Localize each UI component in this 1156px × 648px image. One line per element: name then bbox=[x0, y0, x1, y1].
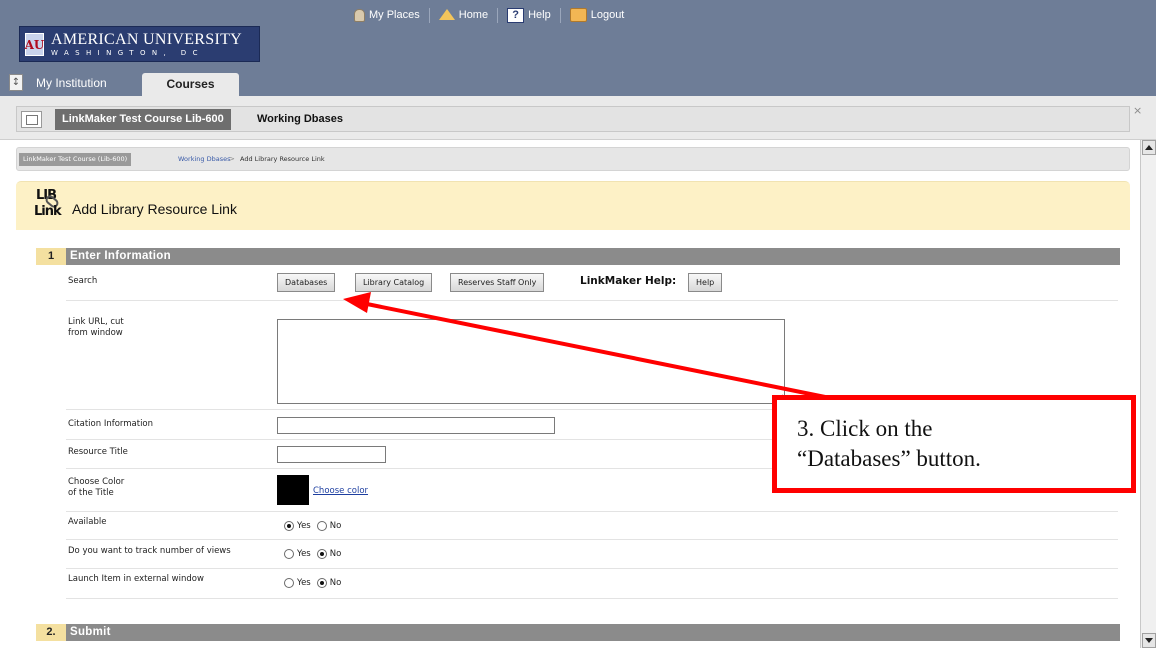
university-city: WASHINGTON, DC bbox=[51, 49, 204, 57]
top-nav: My Places Home ? Help Logout bbox=[354, 6, 624, 24]
scroll-up-arrow-icon[interactable] bbox=[1142, 140, 1156, 155]
vertical-scrollbar[interactable] bbox=[1140, 140, 1156, 648]
course-menu-icon[interactable] bbox=[21, 111, 42, 128]
section-number: 1 bbox=[36, 248, 66, 265]
annotation-line-1: 3. Click on the bbox=[797, 416, 933, 441]
section-enter-information: 1 Enter Information bbox=[36, 248, 1120, 265]
page-title: Add Library Resource Link bbox=[72, 201, 237, 217]
library-link-icon: LIB Link bbox=[34, 188, 66, 224]
available-no-radio[interactable] bbox=[316, 521, 327, 531]
course-page-name: Working Dbases bbox=[257, 113, 343, 125]
external-window-yes-label: Yes bbox=[297, 578, 311, 588]
nav-divider bbox=[428, 7, 430, 23]
citation-field[interactable] bbox=[277, 417, 555, 434]
external-window-yes-radio[interactable] bbox=[284, 578, 294, 588]
annotation-arrowhead bbox=[343, 292, 371, 313]
external-window-no-label: No bbox=[329, 578, 342, 588]
databases-button[interactable]: Databases bbox=[277, 273, 336, 292]
track-views-yes-radio[interactable] bbox=[284, 549, 294, 559]
page-header: LIB Link Add Library Resource Link bbox=[16, 181, 1130, 230]
available-radio-group: Yes No bbox=[284, 520, 347, 532]
top-banner: AU AMERICAN UNIVERSITY WASHINGTON, DC My… bbox=[0, 0, 1156, 96]
annotation-line-2: “Databases” button. bbox=[797, 446, 981, 471]
home-label: Home bbox=[458, 9, 489, 21]
breadcrumb-section-link[interactable]: Working Dbases bbox=[178, 153, 230, 166]
breadcrumb-course-link[interactable]: LinkMaker Test Course (Lib-600) bbox=[19, 153, 132, 166]
track-views-no-radio[interactable] bbox=[316, 549, 327, 559]
my-places-label: My Places bbox=[369, 9, 420, 21]
logout-link[interactable]: Logout bbox=[569, 8, 625, 22]
expand-toggle-icon[interactable]: ↕ bbox=[9, 74, 23, 91]
help-link[interactable]: ? Help bbox=[507, 7, 551, 23]
my-places-link[interactable]: My Places bbox=[354, 8, 420, 22]
university-name: AMERICAN UNIVERSITY bbox=[51, 31, 243, 48]
help-icon: ? bbox=[507, 7, 525, 23]
logout-icon bbox=[569, 8, 587, 22]
reserves-staff-only-button[interactable]: Reserves Staff Only bbox=[450, 273, 545, 292]
section-title: Submit bbox=[70, 626, 111, 638]
library-catalog-button[interactable]: Library Catalog bbox=[355, 273, 433, 292]
choose-color-label: Choose Color of the Title bbox=[68, 477, 125, 498]
available-no-label: No bbox=[329, 521, 342, 531]
resource-title-field[interactable] bbox=[277, 446, 386, 463]
track-views-no-label: No bbox=[329, 549, 342, 559]
section-number: 2. bbox=[36, 624, 66, 641]
breadcrumb-separator: > bbox=[229, 155, 235, 163]
row-divider bbox=[66, 511, 1118, 512]
external-window-radio-group: Yes No bbox=[284, 577, 347, 589]
section-submit: 2. Submit bbox=[36, 624, 1120, 641]
choose-color-link[interactable]: Choose color bbox=[313, 486, 368, 496]
track-views-radio-group: Yes No bbox=[284, 548, 347, 560]
color-swatch[interactable] bbox=[277, 475, 309, 505]
link-url-field[interactable] bbox=[277, 319, 785, 404]
linkmaker-help-label: LinkMaker Help: bbox=[580, 275, 677, 287]
university-logo[interactable]: AU AMERICAN UNIVERSITY WASHINGTON, DC bbox=[19, 26, 260, 62]
breadcrumb: LinkMaker Test Course (Lib-600) Working … bbox=[16, 147, 1130, 171]
breadcrumb-current: Add Library Resource Link bbox=[240, 155, 325, 163]
person-icon bbox=[354, 8, 365, 22]
external-window-no-radio[interactable] bbox=[316, 578, 327, 588]
tab-courses[interactable]: Courses bbox=[142, 73, 239, 96]
available-yes-label: Yes bbox=[297, 521, 311, 531]
home-link[interactable]: Home bbox=[438, 8, 489, 21]
tab-my-institution[interactable]: My Institution bbox=[36, 73, 107, 93]
help-label: Help bbox=[528, 9, 551, 21]
nav-divider bbox=[497, 7, 499, 23]
logo-mark-icon: AU bbox=[25, 33, 44, 56]
section-title: Enter Information bbox=[70, 250, 171, 262]
library-icon-text-bottom: Link bbox=[34, 204, 62, 219]
logout-label: Logout bbox=[590, 9, 625, 21]
course-name-link[interactable]: LinkMaker Test Course Lib-600 bbox=[55, 109, 231, 130]
link-url-label: Link URL, cut from window bbox=[68, 317, 124, 338]
annotation-callout: 3. Click on the “Databases” button. bbox=[772, 395, 1136, 493]
close-icon[interactable]: × bbox=[1133, 104, 1142, 117]
external-window-label: Launch Item in external window bbox=[68, 574, 204, 584]
resource-title-label: Resource Title bbox=[68, 447, 128, 457]
course-title-box: LinkMaker Test Course Lib-600 Working Db… bbox=[16, 106, 1130, 132]
available-label: Available bbox=[68, 517, 107, 527]
course-menu-bar: LinkMaker Test Course Lib-600 Working Db… bbox=[0, 96, 1156, 140]
track-views-label: Do you want to track number of views bbox=[68, 546, 231, 556]
search-label: Search bbox=[68, 276, 98, 286]
home-icon bbox=[438, 8, 455, 20]
help-button[interactable]: Help bbox=[688, 273, 723, 292]
row-divider bbox=[66, 300, 1118, 301]
row-divider bbox=[66, 598, 1118, 599]
row-divider bbox=[66, 568, 1118, 569]
citation-label: Citation Information bbox=[68, 419, 154, 429]
track-views-yes-label: Yes bbox=[297, 549, 311, 559]
nav-divider bbox=[559, 7, 561, 23]
available-yes-radio[interactable] bbox=[284, 521, 294, 531]
scroll-down-arrow-icon[interactable] bbox=[1142, 633, 1156, 648]
row-divider bbox=[66, 539, 1118, 540]
